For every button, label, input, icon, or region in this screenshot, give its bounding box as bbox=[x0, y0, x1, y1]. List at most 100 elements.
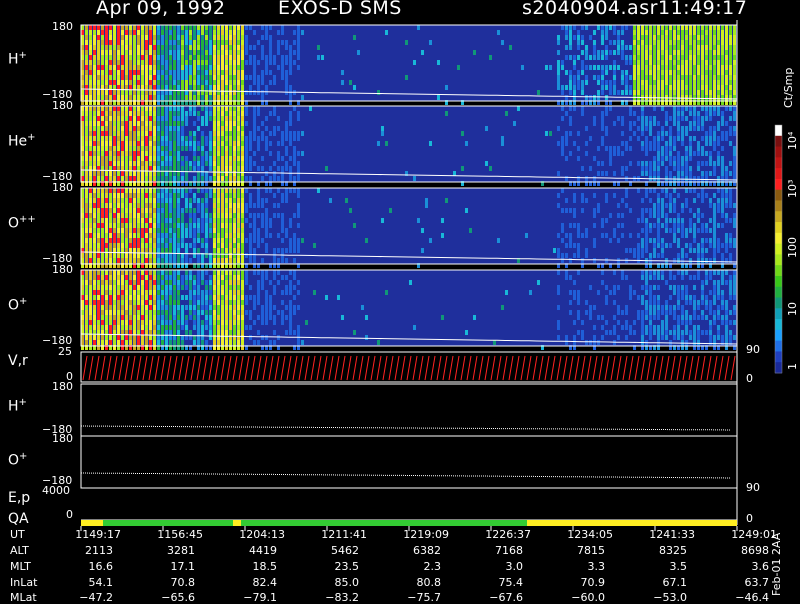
spectrogram-cell bbox=[93, 70, 96, 75]
spectrogram-cell bbox=[145, 310, 148, 315]
spectrogram-cell bbox=[645, 50, 648, 55]
spectrogram-cell bbox=[89, 55, 92, 60]
spectrogram-cell bbox=[649, 116, 652, 121]
spectrogram-cell bbox=[221, 218, 224, 223]
spectrogram-cell bbox=[117, 25, 120, 30]
spectrogram-cell bbox=[193, 305, 196, 310]
spectrogram-cell bbox=[617, 213, 620, 218]
spectrogram-cell bbox=[261, 203, 264, 208]
spectrogram-cell bbox=[149, 80, 152, 85]
spectrogram-cell bbox=[681, 285, 684, 290]
spectrogram-cell bbox=[713, 193, 716, 198]
spectrogram-cell bbox=[157, 223, 160, 228]
spectrogram-cell bbox=[157, 141, 160, 146]
spectrogram-cell bbox=[121, 233, 124, 238]
spectrogram-cell bbox=[285, 40, 288, 45]
spectrogram-cell bbox=[181, 40, 184, 45]
spectrogram-cell bbox=[617, 238, 620, 243]
spectrogram-cell bbox=[661, 310, 664, 315]
spectrogram-cell bbox=[581, 35, 584, 40]
spectrogram-cell bbox=[657, 75, 660, 80]
spectrogram-cell bbox=[429, 141, 432, 146]
spectrogram-cell bbox=[605, 193, 608, 198]
spectrogram-cell bbox=[669, 40, 672, 45]
spectrogram-cell bbox=[689, 151, 692, 156]
spectrogram-cell bbox=[133, 25, 136, 30]
spectrogram-cell bbox=[133, 95, 136, 100]
spectrogram-cell bbox=[713, 136, 716, 141]
spectrogram-cell bbox=[733, 75, 736, 80]
spectrogram-cell bbox=[137, 50, 140, 55]
spectrogram-cell bbox=[669, 90, 672, 95]
spectrogram-cell bbox=[109, 305, 112, 310]
spectrogram-cell bbox=[721, 171, 724, 176]
spectrogram-cell bbox=[577, 233, 580, 238]
spectrogram-cell bbox=[293, 30, 296, 35]
spectrogram-cell bbox=[105, 141, 108, 146]
spectrogram-cell bbox=[165, 310, 168, 315]
spectrogram-cell bbox=[237, 325, 240, 330]
spectrogram-cell bbox=[89, 116, 92, 121]
spectrogram-cell bbox=[141, 30, 144, 35]
spectrogram-cell bbox=[609, 106, 612, 111]
spectrogram-cell bbox=[189, 208, 192, 213]
spectrogram-cell bbox=[661, 55, 664, 60]
spectrogram-cell bbox=[733, 295, 736, 300]
spectrogram-cell bbox=[661, 131, 664, 136]
spectrogram-cell bbox=[177, 310, 180, 315]
spectrogram-cell bbox=[189, 188, 192, 193]
spectrogram-cell bbox=[113, 151, 116, 156]
spectrogram-cell bbox=[265, 198, 268, 203]
spectrogram-cell bbox=[229, 156, 232, 161]
spectrogram-cell bbox=[213, 238, 216, 243]
spectrogram-cell bbox=[253, 218, 256, 223]
spectrogram-cell bbox=[97, 295, 100, 300]
spectrogram-cell bbox=[677, 151, 680, 156]
spectrogram-cell bbox=[633, 131, 636, 136]
spectrogram-cell bbox=[673, 90, 676, 95]
spectrogram-cell bbox=[613, 300, 616, 305]
spectrogram-cell bbox=[129, 233, 132, 238]
spectrogram-cell bbox=[145, 40, 148, 45]
spectrogram-cell bbox=[177, 218, 180, 223]
spectrogram-cell bbox=[213, 166, 216, 171]
spectrogram-cell bbox=[153, 45, 156, 50]
spectrogram-cell bbox=[169, 310, 172, 315]
spectrogram-cell bbox=[229, 188, 232, 193]
spectrogram-cell bbox=[257, 315, 260, 320]
spectrogram-cell bbox=[185, 55, 188, 60]
spectrogram-cell bbox=[681, 141, 684, 146]
spectrogram-cell bbox=[105, 280, 108, 285]
spectrogram-cell bbox=[85, 203, 88, 208]
spectrogram-cell bbox=[261, 176, 264, 181]
spectrogram-cell bbox=[161, 295, 164, 300]
spectrogram-cell bbox=[277, 270, 280, 275]
spectrogram-cell bbox=[573, 55, 576, 60]
spectrogram-cell bbox=[729, 280, 732, 285]
spectrogram-cell bbox=[709, 50, 712, 55]
spectrogram-cell bbox=[217, 270, 220, 275]
spectrogram-cell bbox=[193, 340, 196, 345]
spectrogram-cell bbox=[189, 258, 192, 263]
spectrogram-cell bbox=[101, 280, 104, 285]
spectrogram-cell bbox=[101, 300, 104, 305]
spectrogram-cell bbox=[593, 335, 596, 340]
spectrogram-cell bbox=[113, 253, 116, 258]
spectrogram-cell bbox=[689, 80, 692, 85]
spectrogram-cell bbox=[221, 176, 224, 181]
spectrogram-cell bbox=[89, 35, 92, 40]
spectrogram-cell bbox=[125, 295, 128, 300]
spectrogram-cell bbox=[629, 285, 632, 290]
spectrogram-cell bbox=[217, 188, 220, 193]
spectrogram-cell bbox=[125, 60, 128, 65]
spectrogram-cell bbox=[145, 315, 148, 320]
spectrogram-cell bbox=[125, 300, 128, 305]
spectrogram-cell bbox=[301, 95, 304, 100]
spectrogram-cell bbox=[577, 248, 580, 253]
spectrogram-cell bbox=[657, 25, 660, 30]
spectrogram-cell bbox=[145, 243, 148, 248]
footer-cell: 7168 bbox=[463, 544, 523, 557]
spectrogram-cell bbox=[661, 75, 664, 80]
spectrogram-cell bbox=[245, 238, 248, 243]
spectrogram-cell bbox=[193, 151, 196, 156]
